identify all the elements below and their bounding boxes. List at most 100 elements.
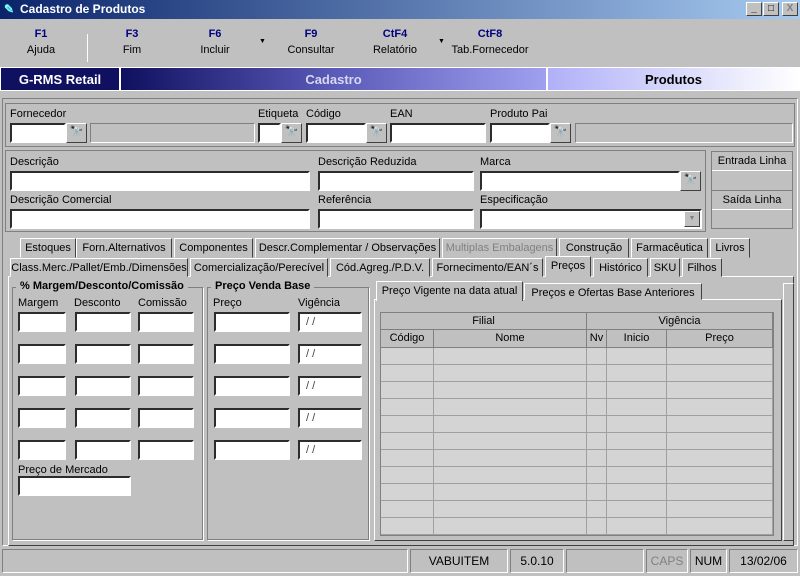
comissao-input[interactable] bbox=[138, 312, 194, 332]
margem-col-label: Comissão bbox=[138, 297, 187, 309]
grid-col-codigo[interactable]: Código bbox=[381, 330, 434, 348]
inner-tab-preco-vigente[interactable]: Preço Vigente na data atual bbox=[376, 281, 523, 301]
grid-col-preco[interactable]: Preço bbox=[667, 330, 773, 348]
grid-row[interactable] bbox=[381, 433, 773, 450]
grid-row[interactable] bbox=[381, 467, 773, 484]
grid-cell bbox=[667, 518, 773, 535]
linha-box: Entrada Linha Saída Linha bbox=[711, 151, 793, 229]
tab-3-row1[interactable]: Descr.Complementar / Observações bbox=[255, 238, 440, 258]
margem-input[interactable] bbox=[18, 440, 66, 460]
comissao-input[interactable] bbox=[138, 376, 194, 396]
produto-pai-search-button[interactable]: 🔭 bbox=[550, 123, 571, 143]
tab-2-row1[interactable]: Componentes bbox=[174, 238, 253, 258]
grid-row[interactable] bbox=[381, 365, 773, 382]
tab-5-row1[interactable]: Construção bbox=[559, 238, 629, 258]
minimize-button[interactable]: _ bbox=[746, 2, 762, 16]
tab-4-row1[interactable]: Multiplas Embalagens bbox=[442, 238, 557, 258]
desconto-input[interactable] bbox=[75, 376, 131, 396]
comissao-input[interactable] bbox=[138, 344, 194, 364]
margem-input[interactable] bbox=[18, 312, 66, 332]
especificacao-input[interactable] bbox=[480, 209, 702, 229]
ean-input[interactable] bbox=[390, 123, 486, 143]
tab-6-row2[interactable]: SKU bbox=[650, 258, 680, 277]
margem-input[interactable] bbox=[18, 344, 66, 364]
desconto-input[interactable] bbox=[75, 440, 131, 460]
grid-col-nv[interactable]: Nv bbox=[587, 330, 607, 348]
toolbar-button-tabfornecedor[interactable]: CtF8 Tab.Fornecedor bbox=[445, 24, 535, 56]
close-button[interactable]: X bbox=[782, 2, 798, 16]
preco-input[interactable] bbox=[214, 408, 290, 428]
tab-1-row2[interactable]: Comercialização/Perecível bbox=[190, 258, 328, 277]
margem-input[interactable] bbox=[18, 408, 66, 428]
margem-col-label: Margem bbox=[18, 297, 59, 309]
grid-cell bbox=[381, 433, 434, 450]
desconto-input[interactable] bbox=[75, 344, 131, 364]
toolbar-button-relatrio[interactable]: CtF4 Relatório bbox=[350, 24, 440, 56]
descricao-input[interactable] bbox=[10, 171, 310, 191]
codigo-input[interactable] bbox=[306, 123, 366, 143]
chevron-down-icon[interactable]: ▼ bbox=[684, 211, 700, 227]
vertical-scrollbar[interactable] bbox=[783, 283, 794, 541]
descricao-comercial-input[interactable] bbox=[10, 209, 310, 229]
inner-tab-precos-anteriores[interactable]: Preços e Ofertas Base Anteriores bbox=[524, 283, 702, 300]
preco-input[interactable] bbox=[214, 440, 290, 460]
grid-cell bbox=[607, 365, 667, 382]
tab-0-row1[interactable]: Estoques bbox=[20, 238, 76, 258]
tab-3-row2[interactable]: Fornecimento/EAN´s bbox=[432, 258, 543, 277]
fornecedor-search-button[interactable]: 🔭 bbox=[66, 123, 87, 143]
grid-row[interactable] bbox=[381, 484, 773, 501]
grid-row[interactable] bbox=[381, 382, 773, 399]
toolbar-button-consultar[interactable]: F9 Consultar bbox=[266, 24, 356, 56]
status-panel-5: NUM bbox=[690, 549, 727, 573]
tab-5-row2[interactable]: Histórico bbox=[593, 258, 648, 277]
toolbar-button-incluir[interactable]: F6 Incluir bbox=[170, 24, 260, 56]
comissao-input[interactable] bbox=[138, 440, 194, 460]
toolbar-button-ajuda[interactable]: F1 Ajuda bbox=[0, 24, 86, 56]
tab-6-row1[interactable]: Farmacêutica bbox=[631, 238, 708, 258]
grid-cell bbox=[607, 501, 667, 518]
grid-row[interactable] bbox=[381, 399, 773, 416]
grid-row[interactable] bbox=[381, 416, 773, 433]
relatorio-dropdown-icon[interactable]: ▼ bbox=[438, 38, 445, 45]
etiqueta-input[interactable] bbox=[258, 123, 281, 143]
referencia-input[interactable] bbox=[318, 209, 474, 229]
comissao-input[interactable] bbox=[138, 408, 194, 428]
grid-col-inicio[interactable]: Inicio bbox=[607, 330, 667, 348]
descricao-reduzida-input[interactable] bbox=[318, 171, 474, 191]
vigencia-date-input[interactable]: / / bbox=[298, 344, 362, 364]
codigo-search-button[interactable]: 🔭 bbox=[366, 123, 387, 143]
produto-pai-input[interactable] bbox=[490, 123, 550, 143]
toolbar-button-fim[interactable]: F3 Fim bbox=[87, 24, 177, 56]
grid-row[interactable] bbox=[381, 348, 773, 365]
marca-search-button[interactable]: 🔭 bbox=[680, 171, 701, 191]
tab-7-row2[interactable]: Filhos bbox=[682, 258, 722, 277]
grid-row[interactable] bbox=[381, 450, 773, 467]
tab-1-row1[interactable]: Forn.Alternativos bbox=[76, 238, 172, 258]
tab-precos-active[interactable]: Preços bbox=[545, 256, 591, 277]
preco-input[interactable] bbox=[214, 312, 290, 332]
desconto-input[interactable] bbox=[75, 408, 131, 428]
tab-0-row2[interactable]: Class.Merc./Pallet/Emb./Dimensões bbox=[10, 258, 188, 277]
vigencia-date-input[interactable]: / / bbox=[298, 376, 362, 396]
tab-7-row1[interactable]: Livros bbox=[710, 238, 750, 258]
restore-button[interactable]: □ bbox=[763, 2, 779, 16]
etiqueta-search-button[interactable]: 🔭 bbox=[281, 123, 302, 143]
tab-2-row2[interactable]: Cód.Agreg./P.D.V. bbox=[330, 258, 430, 277]
fornecedor-input[interactable] bbox=[10, 123, 66, 143]
grid-cell bbox=[434, 501, 587, 518]
vigencia-date-input[interactable]: / / bbox=[298, 440, 362, 460]
grid-group-vigencia: Vigência bbox=[587, 313, 773, 330]
incluir-dropdown-icon[interactable]: ▼ bbox=[259, 38, 266, 45]
preco-mercado-input[interactable] bbox=[18, 476, 131, 496]
grid-row[interactable] bbox=[381, 518, 773, 535]
desconto-input[interactable] bbox=[75, 312, 131, 332]
grid-row[interactable] bbox=[381, 501, 773, 518]
grid-col-nome[interactable]: Nome bbox=[434, 330, 587, 348]
preco-input[interactable] bbox=[214, 344, 290, 364]
marca-input[interactable] bbox=[480, 171, 680, 191]
vigencia-date-input[interactable]: / / bbox=[298, 408, 362, 428]
grid-cell bbox=[434, 518, 587, 535]
margem-input[interactable] bbox=[18, 376, 66, 396]
preco-input[interactable] bbox=[214, 376, 290, 396]
vigencia-date-input[interactable]: / / bbox=[298, 312, 362, 332]
